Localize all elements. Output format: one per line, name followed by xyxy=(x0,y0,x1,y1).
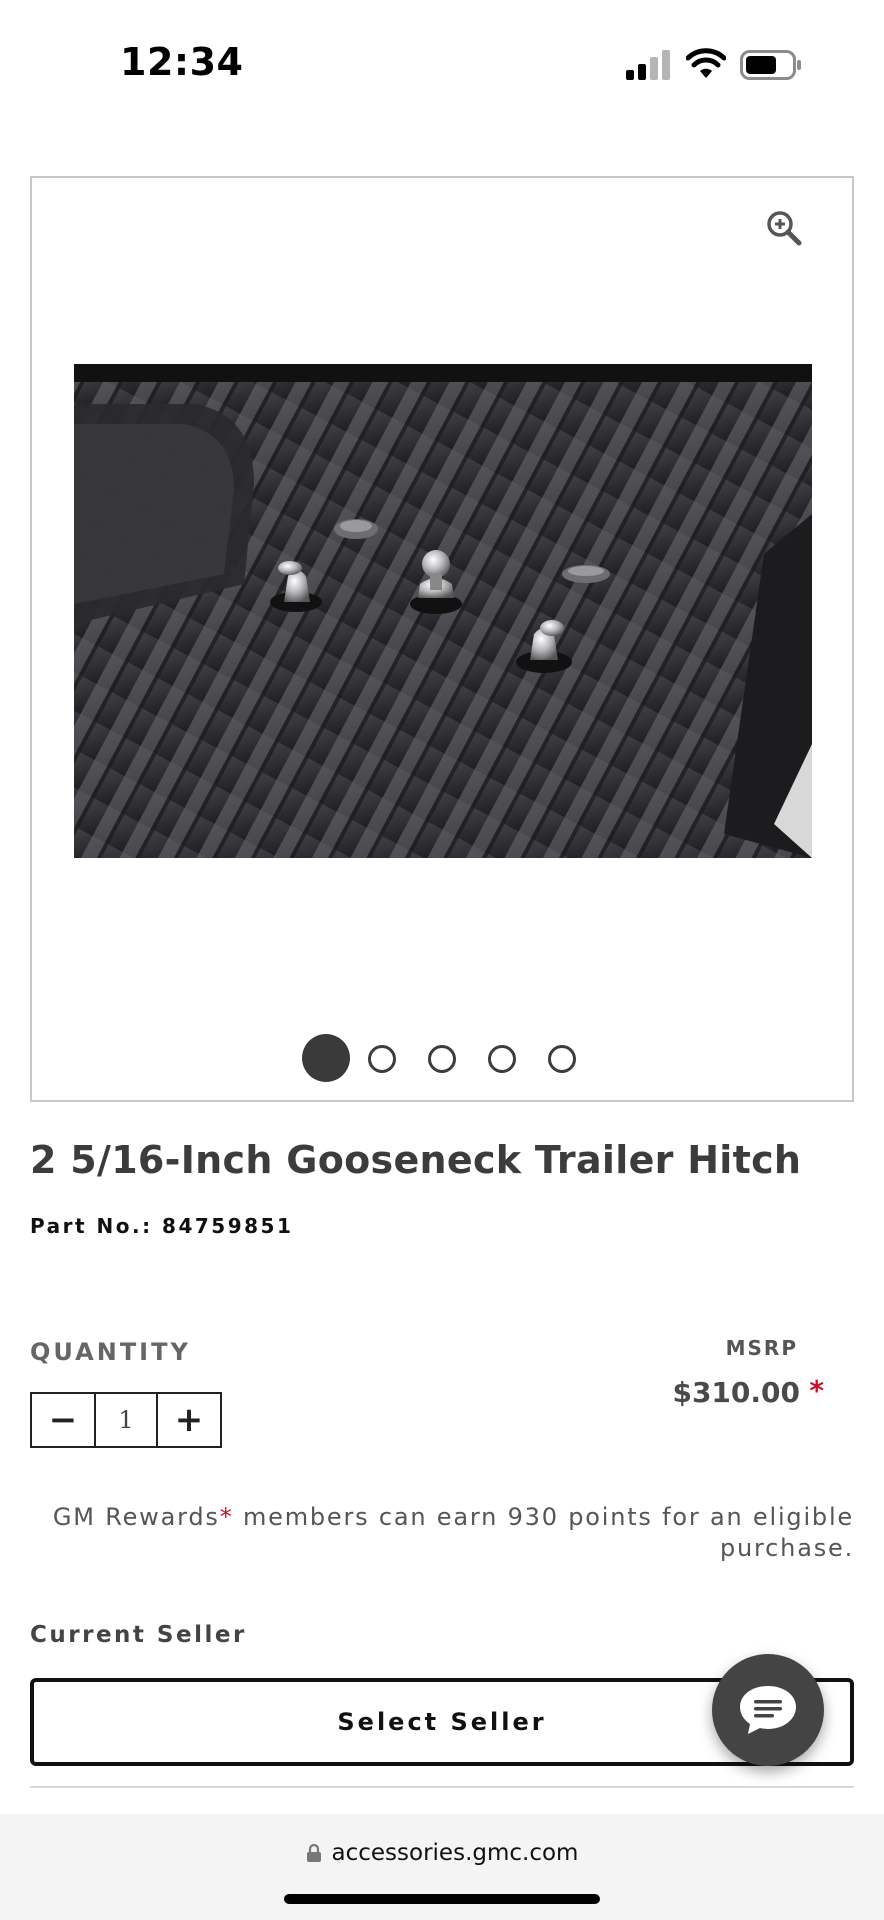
quantity-input[interactable]: 1 xyxy=(94,1394,158,1446)
rewards-details: members can earn 930 points for an eligi… xyxy=(233,1503,854,1562)
chat-bubble-icon xyxy=(740,1686,796,1734)
quantity-stepper: − 1 + xyxy=(30,1392,222,1448)
msrp-asterisk: * xyxy=(809,1374,824,1407)
carousel-dot-5[interactable] xyxy=(548,1045,576,1073)
product-gallery[interactable] xyxy=(30,176,854,1102)
lock-icon xyxy=(306,1843,321,1862)
carousel-dot-2[interactable] xyxy=(368,1045,396,1073)
quantity-label: QUANTITY xyxy=(30,1338,191,1366)
rewards-program-name: GM Rewards xyxy=(52,1503,220,1531)
status-time: 12:34 xyxy=(120,40,244,84)
cellular-signal-icon xyxy=(626,50,670,80)
msrp-price: $310.00 xyxy=(672,1376,800,1409)
zoom-in-icon[interactable] xyxy=(764,208,804,248)
battery-icon xyxy=(740,50,801,80)
increase-quantity-button[interactable]: + xyxy=(158,1394,220,1446)
part-number: Part No.: 84759851 xyxy=(30,1214,294,1238)
wifi-icon xyxy=(686,48,726,78)
carousel-dots xyxy=(302,1034,602,1082)
url-text[interactable]: accessories.gmc.com xyxy=(332,1840,579,1866)
truck-bed-photo xyxy=(74,364,812,858)
carousel-dot-3[interactable] xyxy=(428,1045,456,1073)
status-bar: 12:34 xyxy=(0,0,884,130)
msrp-label: MSRP xyxy=(725,1336,798,1360)
url-container[interactable]: accessories.gmc.com xyxy=(0,1840,884,1866)
chat-button[interactable] xyxy=(712,1654,824,1766)
current-seller-label: Current Seller xyxy=(30,1622,247,1648)
carousel-dot-4[interactable] xyxy=(488,1045,516,1073)
browser-address-bar[interactable]: accessories.gmc.com xyxy=(0,1814,884,1920)
product-title: 2 5/16-Inch Gooseneck Trailer Hitch xyxy=(30,1138,802,1182)
rewards-message: GM Rewards* members can earn 930 points … xyxy=(40,1502,854,1564)
product-image[interactable] xyxy=(74,364,812,858)
home-indicator xyxy=(284,1894,600,1904)
decrease-quantity-button[interactable]: − xyxy=(32,1394,94,1446)
rewards-asterisk: * xyxy=(219,1503,234,1531)
divider xyxy=(30,1786,854,1788)
carousel-dot-1[interactable] xyxy=(302,1034,350,1082)
